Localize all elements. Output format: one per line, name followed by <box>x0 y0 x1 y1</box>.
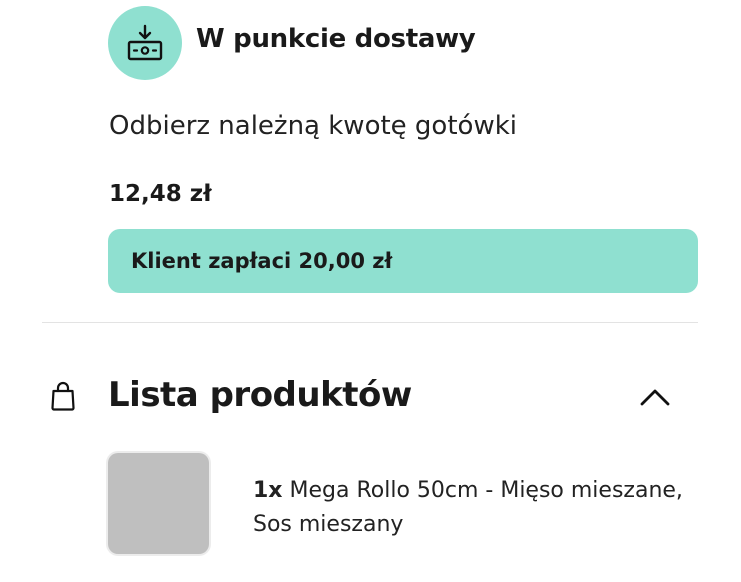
list-item: 1x Mega Rollo 50cm - Mięso mieszane, Sos… <box>253 474 713 542</box>
shopping-bag-icon <box>51 381 75 411</box>
payment-instruction: Odbierz należną kwotę gotówki <box>109 111 517 141</box>
client-payment-text: Klient zapłaci 20,00 zł <box>131 249 393 273</box>
cash-download-icon <box>108 6 182 80</box>
payment-section-title: W punkcie dostawy <box>196 24 476 54</box>
chevron-up-icon[interactable] <box>638 386 672 408</box>
product-quantity: 1x <box>253 478 283 503</box>
divider <box>42 322 698 323</box>
product-name: Mega Rollo 50cm - Mięso mieszane, Sos mi… <box>253 478 683 537</box>
product-list-title: Lista produktów <box>108 375 412 415</box>
client-payment-banner: Klient zapłaci 20,00 zł <box>108 229 698 293</box>
payment-amount: 12,48 zł <box>109 181 212 207</box>
product-thumbnail <box>108 453 209 554</box>
